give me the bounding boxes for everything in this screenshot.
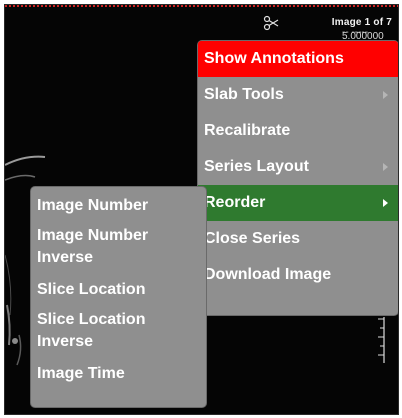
menu-item-label: Download Image: [204, 266, 332, 283]
menu-item-label: Slab Tools: [204, 86, 284, 103]
overlay-text: -- ----- 5.000000: [342, 31, 384, 39]
submenu-item-image-time[interactable]: Image Time: [37, 363, 125, 385]
menu-item-label: Close Series: [204, 230, 301, 247]
menu-item-series-layout[interactable]: Series Layout: [198, 149, 398, 185]
menu-item-recalibrate[interactable]: Recalibrate: [198, 113, 398, 149]
context-menu: Show Annotations Slab Tools Recalibrate …: [198, 41, 398, 315]
chevron-right-icon: [383, 199, 388, 207]
submenu-item-image-number[interactable]: Image Number: [37, 195, 148, 217]
menu-item-label: Recalibrate: [204, 122, 291, 139]
menu-item-close-series[interactable]: Close Series: [198, 221, 398, 257]
menu-item-reorder[interactable]: Reorder: [198, 185, 398, 221]
scissors-icon: [263, 15, 279, 31]
menu-item-label: Show Annotations: [204, 50, 344, 67]
reorder-submenu: Image Number Image Number Inverse Slice …: [31, 187, 206, 407]
image-viewport[interactable]: Image 1 of 7 -- ----- 5.000000 Show Anno…: [4, 4, 399, 415]
submenu-item-slice-location[interactable]: Slice Location: [37, 279, 145, 301]
menu-item-label: Series Layout: [204, 158, 309, 175]
submenu-item-image-number-inverse[interactable]: Image Number Inverse: [37, 225, 148, 269]
menu-item-slab-tools[interactable]: Slab Tools: [198, 77, 398, 113]
menu-item-label: Reorder: [204, 194, 266, 211]
scale-ruler: [378, 317, 385, 363]
menu-item-download-image[interactable]: Download Image: [198, 257, 398, 293]
submenu-item-slice-location-inverse[interactable]: Slice Location Inverse: [37, 309, 145, 353]
chevron-right-icon: [383, 163, 388, 171]
menu-item-show-annotations[interactable]: Show Annotations: [198, 41, 398, 77]
chevron-right-icon: [383, 91, 388, 99]
image-counter: Image 1 of 7: [331, 17, 392, 28]
